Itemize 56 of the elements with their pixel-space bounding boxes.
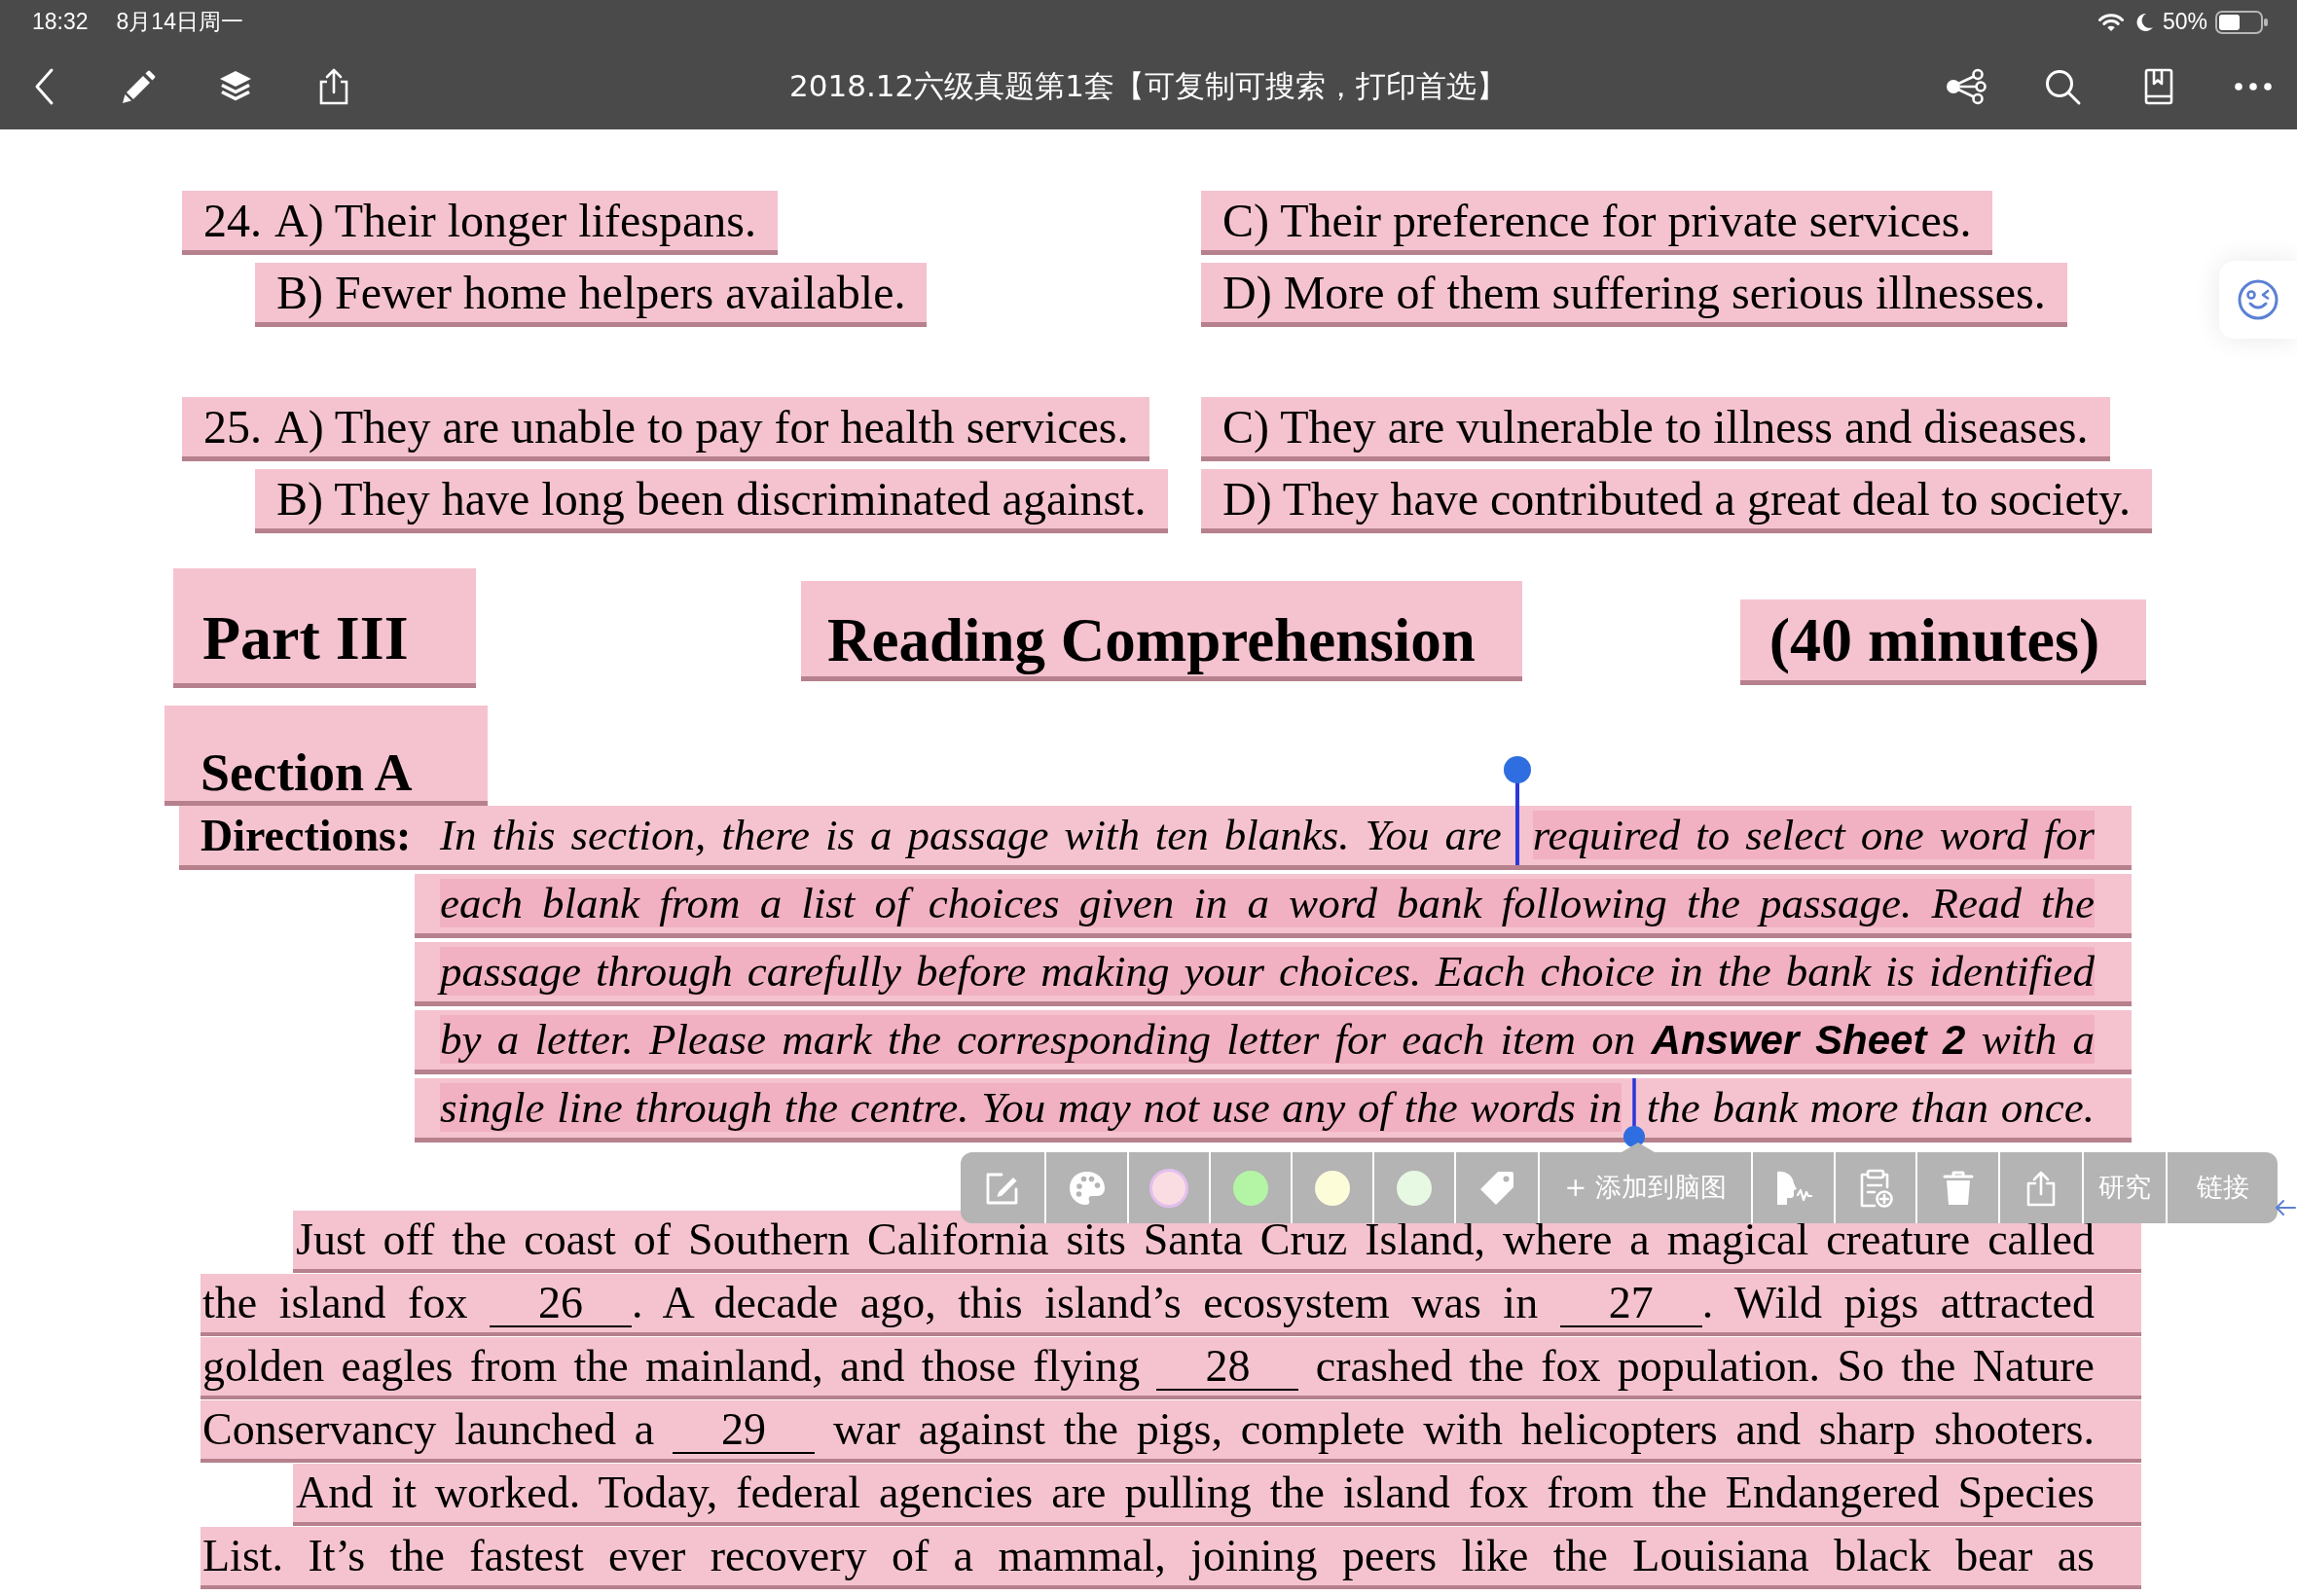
directions-text: single line through the centre. You may not use any of the words in (440, 1083, 1622, 1132)
answer-blank: 29 (673, 1407, 816, 1454)
palette-icon (1068, 1170, 1106, 1206)
research-button[interactable]: 研究 (2084, 1152, 2168, 1223)
answer-option: C) Their preference for private services. (1222, 195, 1972, 246)
directions-text: by a letter. Please mark the corresponding letter for each item on Answer Sheet 2 with a (440, 1015, 2095, 1064)
moon-icon (2134, 12, 2153, 32)
speaking-head-icon (1774, 1170, 1812, 1206)
status-date: 8月14日周一 (116, 11, 243, 33)
answer-option: B) Fewer home helpers available. (276, 267, 906, 318)
question-number: 24. (203, 195, 262, 246)
branch-nodes-icon[interactable] (1945, 67, 1987, 106)
answer-option: A) They are unable to pay for health services. (274, 401, 1129, 453)
passage-text: List. It’s the fastest ever recovery of a mammal, joining peers like the Louisiana black bear as (202, 1531, 2095, 1580)
passage-text: crashed the fox population. So the Nature (1314, 1341, 2095, 1391)
answer-blank: 27 (1559, 1281, 1702, 1327)
tag-icon (1479, 1170, 1514, 1206)
battery-icon (2215, 10, 2268, 34)
document-title: 2018.12六级真题第1套【可复制可搜索，打印首选】 (789, 67, 1507, 103)
answer-blank: 26 (489, 1281, 632, 1327)
passage-text: And it worked. Today, federal agencies are pulling the island fox from the Endangered Species (296, 1468, 2095, 1517)
passage-text: war against the pigs, complete with helicopters and sharp shooters. (831, 1404, 2095, 1454)
question-number: 25. (203, 401, 262, 453)
selection-handle[interactable] (1622, 1078, 1647, 1148)
answer-option: D) They have contributed a great deal to society. (1222, 473, 2131, 525)
link-button[interactable]: 链接 (2168, 1152, 2278, 1223)
battery-percent: 50% (2162, 11, 2207, 33)
passage-text: . Wild pigs attracted (1701, 1278, 2095, 1327)
section-title: Section A (201, 746, 413, 799)
selection-handle[interactable] (1503, 756, 1531, 865)
wifi-icon (2097, 12, 2124, 32)
directions-text: each blank from a list of choices given in a word bank following the passage. Read the (440, 879, 2095, 927)
passage-text: . A decade ago, this island’s ecosystem was in (631, 1278, 1540, 1327)
directions-text: the bank more than once. (1646, 1083, 2095, 1132)
share-icon (2025, 1169, 2057, 1207)
directions-text: required to select one word for (1532, 811, 2095, 859)
answer-option: D) More of them suffering serious illnesses. (1222, 267, 2046, 318)
more-icon[interactable] (2234, 82, 2273, 91)
winking-face-icon (2238, 279, 2279, 320)
directions-label: Directions: (201, 810, 413, 862)
answer-blank: 28 (1156, 1344, 1299, 1391)
status-time: 18:32 (32, 11, 89, 33)
passage-text: Conservancy launched a (202, 1404, 656, 1454)
part-label: Part III (202, 607, 409, 670)
clipboard-plus-icon (1858, 1168, 1893, 1208)
trash-icon (1942, 1170, 1974, 1206)
answer-option: A) Their longer lifespans. (274, 195, 756, 246)
search-icon[interactable] (2043, 67, 2082, 106)
passage-text: golden eagles from the mainland, and those flying (202, 1341, 1142, 1391)
arrow-left-icon[interactable] (2275, 1199, 2296, 1216)
answer-option: B) They have long been discriminated against. (276, 473, 1147, 525)
directions-text: In this section, there is a passage with ten blanks. You are (440, 811, 1502, 859)
passage-text: the island fox (202, 1278, 469, 1327)
emoji-button[interactable] (2219, 261, 2297, 339)
add-to-mindmap-button[interactable]: + 添加到脑图 (1540, 1152, 1753, 1223)
answer-option: C) They are vulnerable to illness and diseases. (1222, 401, 2089, 453)
